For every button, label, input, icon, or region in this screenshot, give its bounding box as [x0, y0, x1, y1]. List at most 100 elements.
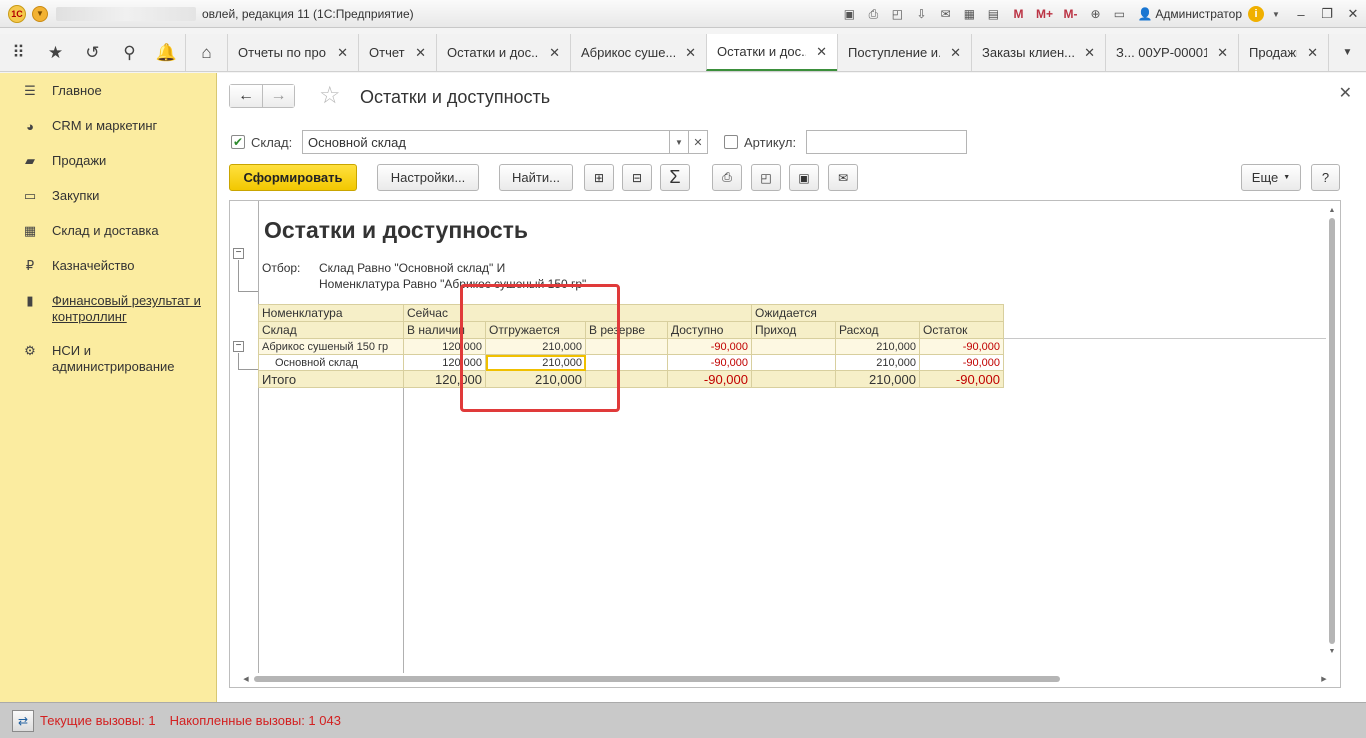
sum-icon[interactable]: Σ [660, 164, 690, 191]
close-icon[interactable]: ✕ [685, 45, 696, 61]
history-icon[interactable]: ↺ [74, 34, 111, 71]
home-icon[interactable]: ⌂ [185, 34, 227, 71]
table-row[interactable]: Основной склад 120,000 210,000 -90,000 2… [258, 354, 1004, 371]
settings-button[interactable]: Настройки... [377, 164, 479, 191]
mail-icon[interactable]: ✉ [828, 164, 858, 191]
forward-arrow-icon[interactable]: → [262, 85, 294, 107]
close-icon[interactable]: ✕ [549, 45, 560, 61]
favorite-star-icon[interactable]: ☆ [319, 84, 341, 108]
sidebar-item-finance[interactable]: ▮ Финансовый результат и контроллинг [22, 293, 207, 325]
report-table: Номенклатура Сейчас Ожидается Склад В на… [258, 304, 1004, 388]
notifications-icon[interactable]: 🔔 [148, 34, 185, 71]
sidebar-item-treasury[interactable]: ₽ Казначейство [22, 258, 135, 274]
zoom-icon[interactable]: ⊕ [1085, 4, 1105, 24]
find-button[interactable]: Найти... [499, 164, 573, 191]
calendar-icon[interactable]: ▤ [983, 4, 1003, 24]
tab-stock-1[interactable]: Остатки и дос... ✕ [436, 34, 570, 71]
sidebar-item-main[interactable]: ☰ Главное [22, 83, 102, 99]
pie-chart-icon: ◕ [26, 118, 34, 134]
scroll-right-icon[interactable]: ▶ [1318, 675, 1330, 683]
close-window-icon[interactable]: ✕ [1340, 4, 1366, 24]
close-icon[interactable]: ✕ [816, 44, 827, 60]
download-icon[interactable]: ⇩ [911, 4, 931, 24]
scroll-up-icon[interactable]: ▲ [1328, 207, 1336, 214]
tab-reports-by[interactable]: Отчеты по про... ✕ [227, 34, 358, 71]
tab-orders[interactable]: Заказы клиен... ✕ [971, 34, 1105, 71]
sidebar-item-crm[interactable]: ◕ CRM и маркетинг [22, 118, 157, 134]
user-menu[interactable]: 👤 Администратор [1137, 7, 1242, 21]
minimize-icon[interactable]: – [1288, 4, 1314, 24]
expand-groups-icon[interactable]: ⊞ [584, 164, 614, 191]
sidebar-item-sales[interactable]: ▰ Продажи [22, 153, 106, 169]
horizontal-scrollbar[interactable]: ◀ ▶ [240, 674, 1330, 684]
sidebar-item-warehouse[interactable]: ▦ Склад и доставка [22, 223, 159, 239]
server-calls-icon[interactable]: ⇄ [12, 709, 34, 732]
print-icon[interactable]: ⎙ [712, 164, 742, 191]
tabs-dropdown-icon[interactable]: ▼ [1328, 34, 1366, 71]
restore-icon[interactable]: ❐ [1314, 4, 1340, 24]
preview-icon[interactable]: ◰ [887, 4, 907, 24]
back-arrow-icon[interactable]: ← [230, 85, 262, 107]
close-icon[interactable]: ✕ [337, 45, 348, 61]
menu-lines-icon: ☰ [24, 83, 36, 98]
m-plus-button[interactable]: M+ [1033, 4, 1055, 24]
save-icon[interactable]: ▣ [839, 4, 859, 24]
window-icon[interactable]: ▭ [1109, 4, 1129, 24]
cart-icon: ▭ [23, 188, 37, 203]
favorites-icon[interactable]: ★ [37, 34, 74, 71]
row-group-collapse-icon[interactable]: − [233, 341, 244, 352]
scroll-left-icon[interactable]: ◀ [240, 675, 252, 683]
close-icon[interactable]: ✕ [415, 45, 426, 61]
highlight-annotation-frame [460, 284, 620, 412]
close-icon[interactable]: ✕ [1339, 83, 1352, 103]
close-icon[interactable]: ✕ [1217, 45, 1228, 61]
warehouse-label: Склад: [251, 135, 293, 150]
search-icon[interactable]: ⚲ [111, 34, 148, 71]
vertical-scrollbar[interactable]: ▲ ▼ [1328, 207, 1336, 669]
table-row[interactable]: Абрикос сушеный 150 гр 120,000 210,000 -… [258, 338, 1004, 355]
article-checkbox[interactable] [724, 135, 738, 149]
warehouse-checkbox[interactable]: ✔ [231, 135, 245, 149]
total-row[interactable]: Итого 120,000 210,000 -90,000 210,000 -9… [258, 370, 1004, 388]
status-bar: ⇄ Текущие вызовы: 1 Накопленные вызовы: … [0, 702, 1366, 738]
preview-icon[interactable]: ◰ [751, 164, 781, 191]
tab-receipt[interactable]: Поступление и... ✕ [837, 34, 971, 71]
group-collapse-icon[interactable]: − [233, 248, 244, 259]
scrollbar-thumb[interactable] [1329, 218, 1335, 644]
mail-icon[interactable]: ✉ [935, 4, 955, 24]
more-button[interactable]: Еще ▼ [1241, 164, 1301, 191]
sidebar-item-admin[interactable]: ⚙ НСИ и администрирование [22, 343, 192, 375]
calculator-icon[interactable]: ▦ [959, 4, 979, 24]
article-label: Артикул: [744, 135, 797, 150]
generate-button[interactable]: Сформировать [229, 164, 357, 191]
report-spreadsheet: Остатки и доступность Отбор: Склад Равно… [229, 200, 1341, 688]
tab-sales[interactable]: Продажи✕ [1238, 34, 1328, 71]
collapse-groups-icon[interactable]: ⊟ [622, 164, 652, 191]
dropdown-icon[interactable]: ▼ [1266, 4, 1286, 24]
tab-reports[interactable]: Отчеты✕ [358, 34, 436, 71]
close-icon[interactable]: ✕ [950, 45, 961, 61]
navigation-buttons: ← → [229, 84, 295, 108]
m-button[interactable]: M [1007, 4, 1029, 24]
save-icon[interactable]: ▣ [789, 164, 819, 191]
report-form: ← → ☆ Остатки и доступность ✕ ✔ Склад: О… [217, 73, 1366, 702]
main-menu-icon[interactable]: ▼ [32, 5, 48, 22]
help-button[interactable]: ? [1311, 164, 1340, 191]
tab-stock-active[interactable]: Остатки и дос... ✕ [706, 34, 837, 71]
print-icon[interactable]: ⎙ [863, 4, 883, 24]
sidebar-item-purchases[interactable]: ▭ Закупки [22, 188, 100, 204]
close-icon[interactable]: ✕ [1084, 45, 1095, 61]
info-icon[interactable]: i [1248, 6, 1264, 22]
warehouse-clear-icon[interactable]: ✕ [688, 130, 708, 154]
tab-order-00ur[interactable]: З... 00УР-000015✕ [1105, 34, 1238, 71]
article-field[interactable] [806, 130, 967, 154]
close-icon[interactable]: ✕ [1307, 45, 1318, 61]
scroll-down-icon[interactable]: ▼ [1328, 648, 1336, 655]
tab-apricot[interactable]: Абрикос суше... ✕ [570, 34, 706, 71]
user-name: Администратор [1155, 7, 1242, 21]
apps-grid-icon[interactable]: ⠿ [0, 34, 37, 71]
warehouse-dropdown-icon[interactable]: ▼ [669, 130, 689, 154]
warehouse-field[interactable]: Основной склад [302, 130, 670, 154]
m-minus-button[interactable]: M- [1059, 4, 1081, 24]
scrollbar-thumb[interactable] [254, 676, 1060, 682]
